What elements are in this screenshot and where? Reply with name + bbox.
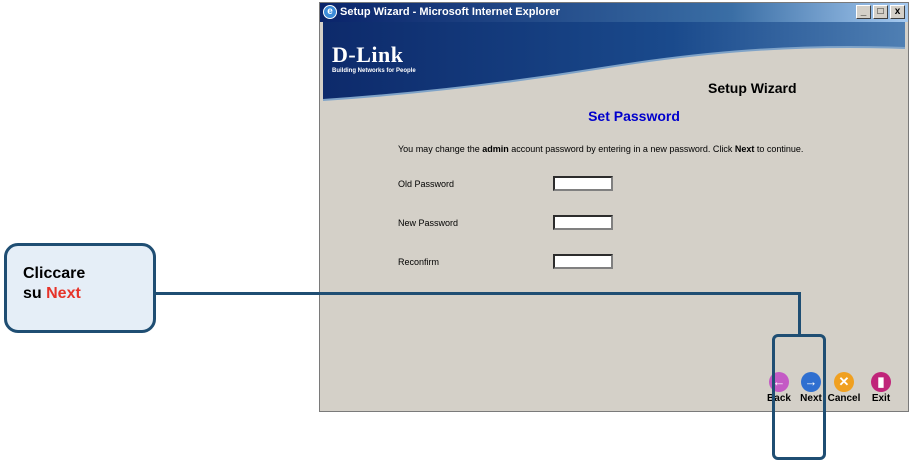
window-title: Setup Wizard - Microsoft Internet Explor… (340, 6, 560, 18)
exit-button[interactable]: ▮ Exit (863, 372, 899, 404)
page-title: Set Password (588, 108, 680, 124)
next-highlight-box (772, 334, 826, 460)
banner-title: Setup Wizard (708, 80, 797, 96)
close-button[interactable]: x (890, 5, 905, 19)
callout-next-highlight: Next (46, 285, 81, 302)
title-bar: e Setup Wizard - Microsoft Internet Expl… (320, 3, 908, 22)
cancel-x-icon: ✕ (834, 372, 854, 392)
callout-connector-horizontal (154, 292, 801, 295)
callout-box: Cliccare su Next (4, 243, 156, 333)
new-password-field[interactable] (553, 215, 613, 230)
callout-text: Cliccare su Next (23, 265, 86, 302)
minimize-button[interactable]: _ (856, 5, 871, 19)
logo-tagline: Building Networks for People (332, 68, 416, 74)
old-password-field[interactable] (553, 176, 613, 191)
reconfirm-label: Reconfirm (398, 257, 440, 267)
maximize-button[interactable]: □ (873, 5, 888, 19)
callout-connector-vertical (798, 292, 801, 336)
exit-label: Exit (871, 393, 891, 404)
dlink-logo: D-Link (332, 42, 404, 67)
reconfirm-field[interactable] (553, 254, 613, 269)
exit-door-icon: ▮ (871, 372, 891, 392)
intro-text: You may change the admin account passwor… (398, 144, 804, 154)
cancel-button[interactable]: ✕ Cancel (826, 372, 862, 404)
ie-icon: e (323, 5, 337, 19)
old-password-label: Old Password (398, 179, 455, 189)
new-password-label: New Password (398, 218, 459, 228)
cancel-label: Cancel (827, 393, 861, 404)
